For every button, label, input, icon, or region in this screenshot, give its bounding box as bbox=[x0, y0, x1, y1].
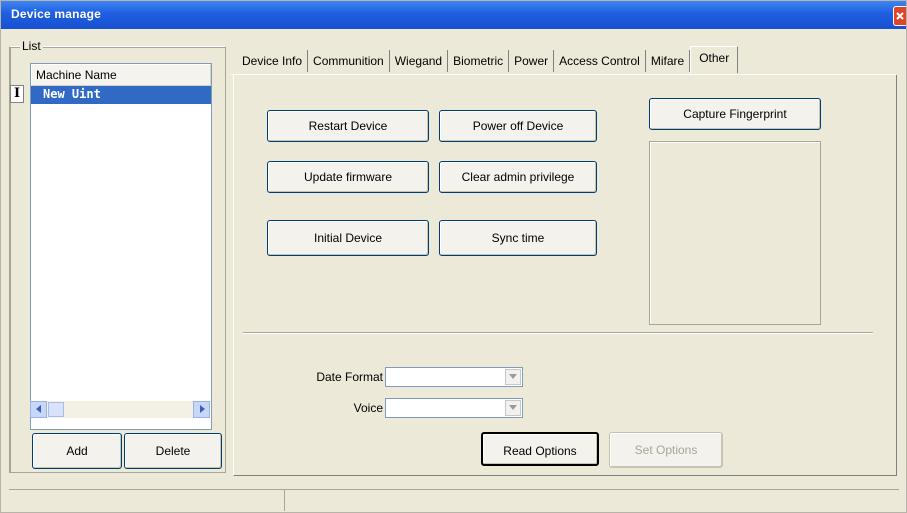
capture-fingerprint-button[interactable]: Capture Fingerprint bbox=[649, 98, 821, 130]
delete-button-label: Delete bbox=[155, 444, 191, 458]
close-button[interactable] bbox=[893, 6, 906, 26]
scroll-right-button[interactable] bbox=[193, 401, 210, 418]
tab-mifare[interactable]: Mifare bbox=[646, 50, 691, 72]
column-header-machine-name[interactable]: Machine Name bbox=[31, 64, 211, 86]
tab-other[interactable]: Other bbox=[690, 46, 739, 73]
restart-device-button[interactable]: Restart Device bbox=[267, 110, 429, 142]
delete-button[interactable]: Delete bbox=[124, 433, 222, 469]
status-bar bbox=[9, 489, 899, 512]
date-format-dropdown-button[interactable] bbox=[505, 369, 521, 385]
horizontal-scrollbar[interactable] bbox=[30, 401, 210, 418]
voice-label: Voice bbox=[353, 401, 383, 415]
read-options-label: Read Options bbox=[503, 444, 577, 458]
tab-biometric[interactable]: Biometric bbox=[448, 50, 510, 72]
tab-strip: Device Info Communition Wiegand Biometric Po… bbox=[237, 46, 739, 75]
chevron-down-icon bbox=[509, 374, 517, 379]
tab-device-info[interactable]: Device Info bbox=[237, 50, 309, 72]
machine-listview[interactable]: Machine Name New Uint bbox=[30, 63, 212, 430]
tab-power[interactable]: Power bbox=[509, 50, 555, 72]
column-header-label: Machine Name bbox=[36, 68, 117, 82]
scroll-thumb[interactable] bbox=[48, 402, 64, 417]
row-marker: I bbox=[10, 85, 24, 103]
voice-dropdown-button[interactable] bbox=[505, 400, 521, 416]
update-firmware-button[interactable]: Update firmware bbox=[267, 161, 429, 193]
sync-time-button[interactable]: Sync time bbox=[439, 220, 597, 256]
arrow-right-icon bbox=[199, 405, 205, 413]
add-button-label: Add bbox=[66, 444, 88, 458]
fingerprint-image-frame bbox=[649, 141, 821, 325]
restart-device-label: Restart Device bbox=[308, 119, 388, 133]
date-format-select[interactable] bbox=[385, 367, 523, 387]
date-format-label: Date Format bbox=[316, 370, 383, 384]
status-bar-divider bbox=[284, 489, 285, 511]
set-options-button[interactable]: Set Options bbox=[609, 432, 723, 468]
tab-access-control[interactable]: Access Control bbox=[554, 50, 646, 72]
list-item-label: New Uint bbox=[43, 87, 101, 101]
capture-fingerprint-label: Capture Fingerprint bbox=[683, 107, 787, 121]
clear-admin-privilege-label: Clear admin privilege bbox=[461, 170, 575, 184]
scroll-left-button[interactable] bbox=[30, 401, 47, 418]
initial-device-label: Initial Device bbox=[313, 231, 383, 245]
add-button[interactable]: Add bbox=[32, 433, 122, 469]
power-off-device-button[interactable]: Power off Device bbox=[439, 110, 597, 142]
initial-device-button[interactable]: Initial Device bbox=[267, 220, 429, 256]
options-divider bbox=[243, 332, 873, 333]
read-options-button[interactable]: Read Options bbox=[481, 432, 599, 466]
title-bar[interactable]: Device manage bbox=[1, 1, 906, 29]
power-off-device-label: Power off Device bbox=[472, 119, 564, 133]
update-firmware-label: Update firmware bbox=[303, 170, 393, 184]
list-item[interactable]: New Uint bbox=[31, 86, 211, 104]
set-options-label: Set Options bbox=[634, 443, 698, 457]
window-title: Device manage bbox=[11, 7, 101, 21]
arrow-left-icon bbox=[35, 405, 41, 413]
tab-communition[interactable]: Communition bbox=[308, 50, 390, 72]
tab-wiegand[interactable]: Wiegand bbox=[390, 50, 449, 72]
close-icon bbox=[896, 12, 904, 20]
sync-time-label: Sync time bbox=[491, 231, 545, 245]
voice-select[interactable] bbox=[385, 398, 523, 418]
device-manage-window: Device manage List I Machine Name New Ui… bbox=[0, 0, 907, 513]
list-legend: List bbox=[20, 39, 43, 53]
clear-admin-privilege-button[interactable]: Clear admin privilege bbox=[439, 161, 597, 193]
chevron-down-icon bbox=[509, 405, 517, 410]
